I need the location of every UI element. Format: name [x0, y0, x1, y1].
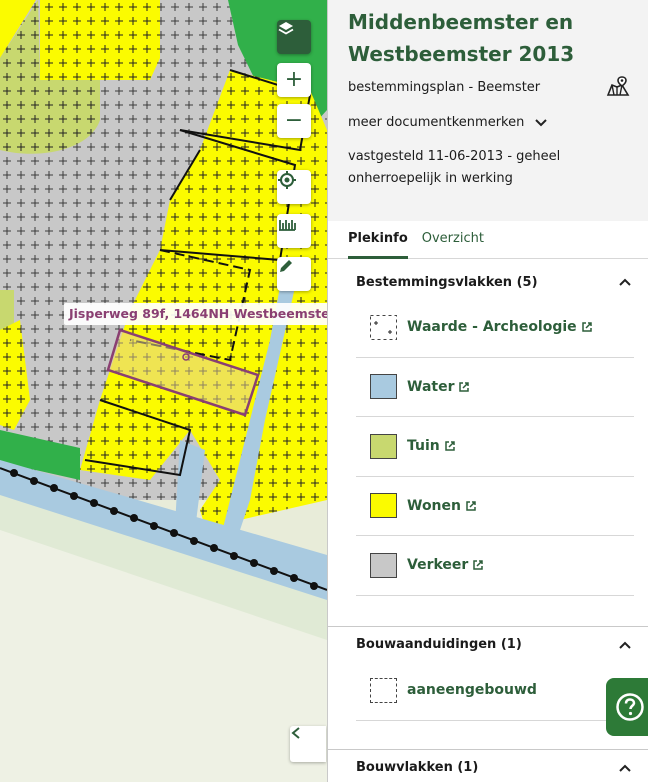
side-panel: Middenbeemster en Westbeemster 2013 best…	[327, 0, 648, 782]
legend-item: Tuin	[356, 417, 634, 477]
section-title: Bouwvlakken (1)	[356, 760, 479, 775]
locate-icon	[278, 171, 296, 189]
swatch-verkeer	[370, 552, 397, 578]
swatch-wonen	[370, 493, 397, 519]
legend-item: Wonen	[356, 477, 634, 536]
external-link-icon	[445, 441, 455, 451]
swatch-aaneengebouwd	[370, 677, 397, 703]
legend-label: Waarde - Archeologie	[407, 319, 577, 336]
legend-item: aaneengebouwd	[356, 661, 634, 721]
section-bouwaanduidingen[interactable]: Bouwaanduidingen (1)	[328, 629, 648, 661]
plus-icon: +	[284, 67, 304, 92]
legend-link-water[interactable]: Water	[407, 379, 470, 395]
chevron-up-icon	[619, 278, 631, 286]
external-link-icon	[466, 501, 476, 511]
zoom-in-button[interactable]: +	[277, 63, 311, 97]
swatch-tuin	[370, 433, 397, 459]
section-bestemmingsvlakken[interactable]: Bestemmingsvlakken (5)	[328, 266, 648, 298]
external-link-icon	[459, 382, 470, 392]
tab-overzicht[interactable]: Overzicht	[422, 229, 484, 258]
external-link-icon	[473, 560, 484, 570]
legend-label-aaneengebouwd: aaneengebouwd	[407, 682, 537, 698]
legend-link-archeologie[interactable]: Waarde - Archeologie	[407, 319, 593, 335]
measure-button[interactable]	[277, 214, 311, 248]
swatch-water	[370, 374, 397, 400]
legend-link-wonen[interactable]: Wonen	[407, 498, 477, 514]
legend-label: Tuin	[407, 438, 440, 455]
collapse-panel-button[interactable]	[290, 726, 326, 762]
section-title: Bouwaanduidingen (1)	[356, 637, 522, 652]
zoom-out-button[interactable]: −	[277, 104, 311, 138]
divider	[328, 625, 648, 627]
chevron-up-icon	[619, 764, 631, 772]
chevron-up-icon	[619, 641, 631, 649]
chevron-left-icon	[291, 727, 300, 739]
minus-icon: −	[284, 108, 304, 133]
external-link-icon	[581, 322, 592, 332]
legend-list-bestemmingsvlakken: Waarde - Archeologie Water Tuin Wonen Ve…	[356, 298, 634, 596]
legend-link-verkeer[interactable]: Verkeer	[407, 557, 484, 573]
layers-icon	[278, 22, 294, 35]
address-label: Jisperweg 89f, 1464NH Westbeemster	[64, 303, 327, 325]
legend-item: Water	[356, 358, 634, 417]
layers-button[interactable]	[277, 20, 311, 54]
legend-item: Waarde - Archeologie	[356, 298, 634, 358]
divider	[328, 748, 648, 750]
locate-button[interactable]	[277, 170, 311, 204]
meer-documentkenmerken-toggle[interactable]: meer documentkenmerken	[348, 115, 634, 130]
meer-label: meer documentkenmerken	[348, 115, 525, 130]
legend-label: Verkeer	[407, 557, 469, 574]
legend-item: Verkeer	[356, 536, 634, 596]
chevron-down-icon	[535, 118, 548, 126]
document-subtitle: bestemmingsplan - Beemster	[348, 80, 541, 95]
panel-tabs: Plekinfo Overzicht	[328, 229, 648, 259]
map-pin-icon[interactable]	[606, 75, 630, 99]
document-title: Middenbeemster en Westbeemster 2013	[348, 10, 575, 66]
document-status: vastgesteld 11-06-2013 - geheel onherroe…	[348, 149, 561, 186]
tab-plekinfo[interactable]: Plekinfo	[348, 229, 408, 259]
legend-label: Water	[407, 378, 455, 395]
legend-list-bouwaanduidingen: aaneengebouwd	[356, 661, 634, 721]
legend-label: Wonen	[407, 497, 461, 514]
help-button[interactable]	[606, 678, 648, 736]
swatch-archeologie	[370, 314, 397, 340]
ruler-icon	[279, 220, 296, 231]
section-bouwvlakken[interactable]: Bouwvlakken (1)	[328, 752, 648, 782]
section-title: Bestemmingsvlakken (5)	[356, 274, 538, 290]
draw-button[interactable]	[277, 257, 311, 291]
legend-link-tuin[interactable]: Tuin	[407, 438, 456, 454]
help-icon	[616, 693, 644, 721]
pencil-icon	[280, 260, 292, 272]
document-header: Middenbeemster en Westbeemster 2013 best…	[328, 0, 648, 221]
map-canvas[interactable]: Jisperweg 89f, 1464NH Westbeemster + −	[0, 0, 327, 782]
